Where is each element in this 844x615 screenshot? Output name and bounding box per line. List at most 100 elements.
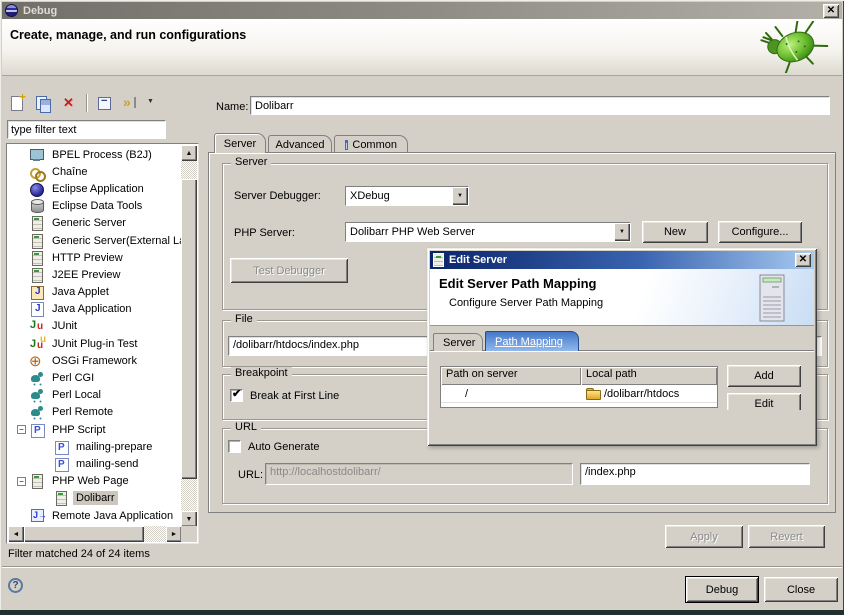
new-server-button[interactable]: New (642, 221, 708, 243)
java-icon (29, 301, 45, 317)
server-icon (29, 215, 45, 231)
collapse-all-icon[interactable] (95, 94, 113, 112)
url-base-input[interactable]: http://localhostdolibarr/ (265, 463, 573, 485)
window-close-button[interactable]: ✕ (823, 4, 839, 18)
tree-item-label: mailing-prepare (73, 440, 155, 454)
tree-item[interactable]: Eclipse Data Tools (8, 198, 182, 215)
tree-item[interactable]: OSGi Framework (8, 352, 182, 369)
name-label: Name: (216, 101, 248, 113)
tree-item-label: Perl CGI (49, 371, 97, 385)
auto-generate-label: Auto Generate (248, 441, 320, 453)
debug-configurations-window: Debug ✕ Create, manage, and run configur… (0, 0, 844, 615)
tree-item[interactable]: − PHP Web Page (8, 473, 182, 490)
hscroll-thumb[interactable] (24, 526, 144, 542)
tab-server[interactable]: Server (214, 133, 266, 153)
table-icon (345, 140, 348, 150)
remote-java-icon (29, 508, 45, 524)
apply-button[interactable]: Apply (665, 525, 743, 548)
tree-item[interactable]: Remote Java Application (8, 507, 182, 524)
database-icon (29, 198, 45, 214)
help-icon[interactable]: ? (8, 578, 23, 593)
tree-item-label: PHP Script (49, 423, 109, 437)
tree-item[interactable]: Dolibarr (8, 490, 182, 507)
tree-item[interactable]: mailing-prepare (8, 438, 182, 455)
scroll-up-icon[interactable]: ▲ (181, 145, 197, 161)
chevron-down-icon[interactable]: ▼ (614, 223, 630, 241)
server-tower-icon (754, 273, 792, 325)
server-debugger-label: Server Debugger: (234, 190, 321, 202)
url-path-input[interactable]: /index.php (580, 463, 810, 485)
filter-configs-icon[interactable] (121, 94, 139, 112)
url-label: URL: (238, 469, 263, 481)
tree-item[interactable]: mailing-send (8, 455, 182, 472)
configure-button[interactable]: Configure... (718, 221, 802, 243)
eclipse-icon (5, 4, 18, 17)
edit-server-tab-server[interactable]: Server (433, 333, 483, 351)
chevron-down-icon[interactable]: ▼ (452, 187, 468, 205)
tree-item[interactable]: Eclipse Application (8, 180, 182, 197)
tree-vertical-scrollbar[interactable]: ▲ ▼ (181, 145, 197, 527)
tree-item[interactable]: HTTP Preview (8, 249, 182, 266)
vscroll-thumb[interactable] (181, 179, 197, 479)
bpel-process-icon (29, 147, 45, 163)
tree-item[interactable]: Java Applet (8, 284, 182, 301)
tree-item[interactable]: Perl CGI (8, 369, 182, 386)
perl-icon (29, 387, 45, 403)
tree-item-label: Java Application (49, 302, 135, 316)
tree-item[interactable]: Chaîne (8, 163, 182, 180)
tree-item[interactable]: Generic Server (8, 215, 182, 232)
duplicate-config-icon[interactable] (34, 94, 52, 112)
revert-button[interactable]: Revert (748, 525, 825, 548)
tree-item-label: PHP Web Page (49, 474, 132, 488)
add-button[interactable]: Add (727, 365, 801, 387)
new-config-icon[interactable] (8, 94, 26, 112)
window-titlebar[interactable]: Debug ✕ (2, 2, 842, 19)
tree-item[interactable]: J2EE Preview (8, 266, 182, 283)
tree-item[interactable]: JUnit (8, 318, 182, 335)
debug-button[interactable]: Debug (686, 577, 758, 602)
scroll-left-icon[interactable]: ◄ (8, 526, 24, 542)
tab-advanced[interactable]: Advanced (268, 135, 332, 153)
tree-item-label: Java Applet (49, 285, 112, 299)
close-button[interactable]: Close (764, 577, 838, 602)
edit-button[interactable]: Edit (727, 393, 801, 410)
break-first-line-checkbox[interactable] (230, 389, 243, 402)
config-tree-panel: BPEL Process (B2J)ChaîneEclipse Applicat… (6, 143, 199, 544)
tree-item[interactable]: − PHP Script (8, 421, 182, 438)
php-icon (29, 422, 45, 438)
edit-server-titlebar[interactable]: Edit Server ✕ (430, 251, 814, 269)
tree-item[interactable]: Perl Remote (8, 404, 182, 421)
server-icon (433, 253, 444, 267)
tree-item[interactable]: Generic Server(External La (8, 232, 182, 249)
server-icon (53, 490, 69, 506)
tree-item[interactable]: Java Application (8, 301, 182, 318)
edit-server-title: Edit Server (449, 254, 507, 266)
test-debugger-button[interactable]: Test Debugger (230, 258, 348, 283)
tab-common[interactable]: Common (334, 135, 408, 153)
php-server-select[interactable]: Dolibarr PHP Web Server ▼ (345, 222, 631, 242)
collapse-expander-icon[interactable]: − (17, 425, 26, 434)
server-icon (29, 250, 45, 266)
scroll-down-icon[interactable]: ▼ (181, 511, 197, 527)
eclipse-app-icon (29, 181, 45, 197)
toolbar-menu-arrow-icon[interactable] (147, 94, 157, 112)
tree-horizontal-scrollbar[interactable]: ◄ ► (8, 526, 182, 542)
scroll-right-icon[interactable]: ► (166, 526, 182, 542)
tree-item[interactable]: Perl Local (8, 387, 182, 404)
type-filter-input[interactable] (7, 120, 166, 139)
tree-item[interactable]: BPEL Process (B2J) (8, 146, 182, 163)
toolbar-separator (86, 94, 87, 112)
server-debugger-select[interactable]: XDebug ▼ (345, 186, 469, 206)
edit-server-close-button[interactable]: ✕ (795, 253, 811, 267)
tree-item-label: J2EE Preview (49, 268, 123, 282)
perl-icon (29, 370, 45, 386)
name-input[interactable] (250, 96, 830, 115)
tree-item[interactable]: JUnit Plug-in Test (8, 335, 182, 352)
collapse-expander-icon[interactable]: − (17, 477, 26, 486)
delete-config-icon[interactable] (60, 94, 78, 112)
edit-server-tab-path-mapping[interactable]: Path Mapping (485, 331, 579, 351)
tree-item-label: Generic Server (49, 216, 129, 230)
auto-generate-checkbox[interactable] (228, 440, 241, 453)
window-bottom-edge (0, 610, 844, 615)
php-icon (53, 439, 69, 455)
